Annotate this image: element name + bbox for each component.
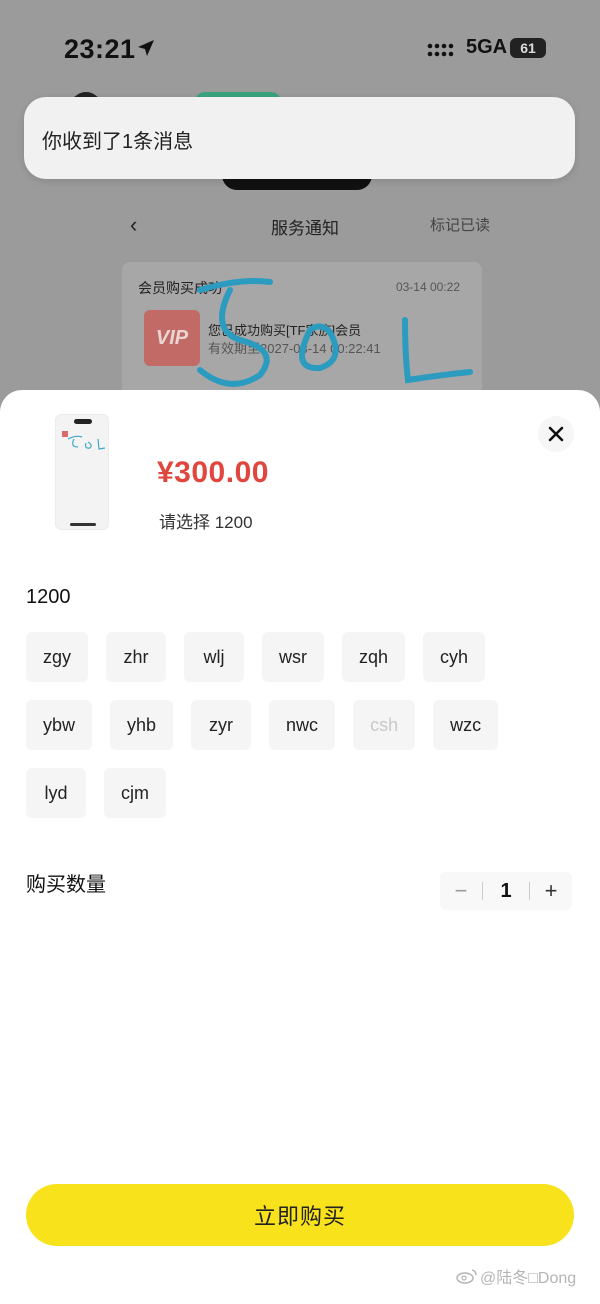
network-label: 5GA <box>466 36 508 58</box>
decrease-button[interactable]: − <box>440 872 482 910</box>
quantity-value[interactable]: 1 <box>483 880 529 903</box>
quantity-label: 购买数量 <box>26 874 106 896</box>
buy-now-button[interactable]: 立即购买 <box>26 1184 574 1246</box>
option-nwc[interactable]: nwc <box>269 700 336 750</box>
weibo-icon <box>456 1269 477 1284</box>
thumbnail-home-bar <box>70 523 96 526</box>
option-ybw[interactable]: ybw <box>26 700 93 750</box>
thumbnail-notch <box>74 419 92 424</box>
option-zgy[interactable]: zgy <box>26 632 89 682</box>
option-zqh[interactable]: zqh <box>342 632 406 682</box>
option-zyr[interactable]: zyr <box>191 700 252 750</box>
option-row: zgy zhr wlj wsr zqh cyh <box>26 632 586 682</box>
background-page: 23:21 5GA 61 ‹ 服务通知 标记已读 会员购买成功 03-14 00… <box>0 0 600 420</box>
purchase-bottom-sheet: ¥300.00 请选择 1200 1200 zgy zhr wlj wsr zq… <box>0 390 600 1304</box>
thumbnail-scribble <box>67 435 106 450</box>
watermark-text: @陆冬□Dong <box>480 1270 577 1287</box>
quantity-stepper: − 1 + <box>440 872 572 910</box>
option-wsr[interactable]: wsr <box>262 632 325 682</box>
increase-button[interactable]: + <box>530 872 572 910</box>
battery-icon: 61 <box>510 38 546 58</box>
option-csh: csh <box>353 700 416 750</box>
selected-option-hint: 请选择 1200 <box>159 513 253 532</box>
background-nav: ‹ 服务通知 标记已读 <box>120 200 490 250</box>
option-yhb[interactable]: yhb <box>110 700 174 750</box>
status-time: 23:21 <box>64 34 136 64</box>
handwriting-scribble <box>197 278 473 387</box>
option-cjm[interactable]: cjm <box>104 768 166 818</box>
option-wzc[interactable]: wzc <box>433 700 499 750</box>
option-group-label: 1200 <box>26 586 71 608</box>
close-icon <box>548 426 564 442</box>
option-row: ybw yhb zyr nwc csh wzc <box>26 700 586 750</box>
close-button[interactable] <box>538 416 574 452</box>
signal-icon <box>427 43 454 57</box>
option-wlj[interactable]: wlj <box>184 632 245 682</box>
option-cyh[interactable]: cyh <box>423 632 486 682</box>
mark-read-link[interactable]: 标记已读 <box>430 214 490 235</box>
option-grid: zgy zhr wlj wsr zqh cyh ybw yhb zyr nwc … <box>26 632 586 836</box>
option-row: lyd cjm <box>26 768 586 818</box>
message-notification-banner[interactable]: 你收到了1条消息 <box>24 97 575 179</box>
status-bar: 23:21 5GA 61 <box>0 0 600 96</box>
option-zhr[interactable]: zhr <box>106 632 167 682</box>
watermark: @陆冬□Dong <box>456 1264 576 1288</box>
location-arrow-icon <box>138 40 154 56</box>
notification-text: 你收到了1条消息 <box>42 131 194 153</box>
product-thumbnail <box>55 414 109 530</box>
price-label: ¥300.00 <box>157 456 269 489</box>
option-lyd[interactable]: lyd <box>26 768 86 818</box>
